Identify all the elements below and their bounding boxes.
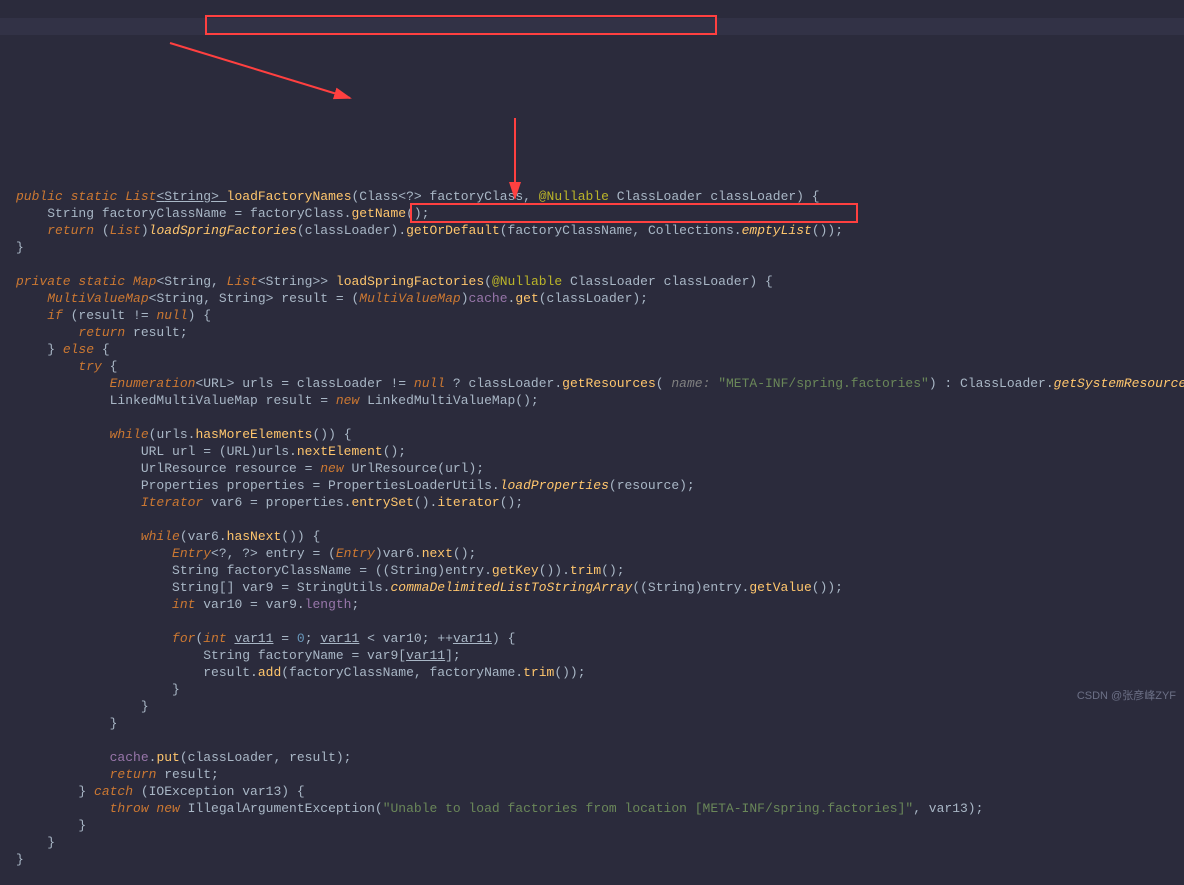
current-line-highlight [0, 18, 1184, 35]
arrow-1 [150, 38, 380, 113]
code-content: public static List<String> loadFactoryNa… [16, 188, 1184, 868]
code-editor[interactable]: public static List<String> loadFactoryNa… [0, 0, 1184, 885]
